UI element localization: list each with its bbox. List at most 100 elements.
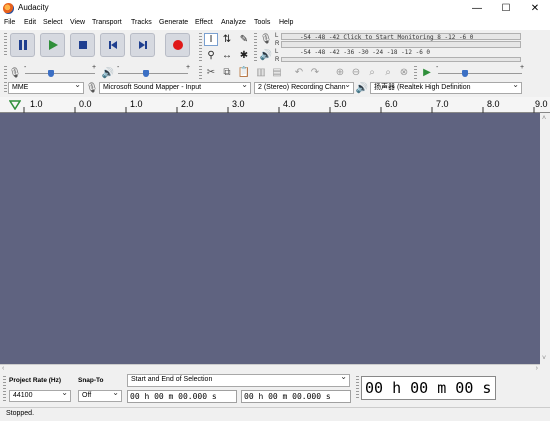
zoom-toggle-icon[interactable]: ⊗ (397, 65, 411, 79)
recording-device-select[interactable]: Microsoft Sound Mapper - Input (99, 82, 251, 94)
record-meter-right[interactable] (281, 41, 521, 48)
project-rate-label: Project Rate (Hz) (9, 377, 62, 384)
recording-volume-max: + (92, 64, 97, 71)
time-toolbar-grip[interactable] (356, 376, 359, 400)
menu-tracks[interactable]: Tracks (131, 19, 152, 26)
playback-volume-max: + (186, 64, 191, 71)
edit-toolbar-grip[interactable] (199, 66, 202, 80)
record-meter-scale[interactable]: -54 -48 -42 Click to Start Monitoring 8 … (300, 34, 473, 41)
recording-volume-icon: 🎙 (8, 67, 22, 79)
skip-to-start-button[interactable] (100, 33, 125, 57)
window-title: Audacity (18, 3, 49, 12)
scroll-up-icon[interactable]: ˄ (542, 115, 546, 122)
recording-volume-track[interactable] (25, 73, 95, 74)
menu-effect[interactable]: Effect (195, 19, 213, 26)
recording-channels-select[interactable]: 2 (Stereo) Recording Chann (254, 82, 354, 94)
cut-icon[interactable]: ✂ (204, 65, 218, 79)
menu-view[interactable]: View (70, 19, 85, 26)
tools-toolbar-grip[interactable] (199, 33, 202, 63)
audacity-logo-icon (3, 3, 14, 14)
snap-to-label: Snap-To (78, 377, 104, 384)
undo-icon[interactable]: ↶ (292, 65, 306, 79)
draw-tool-icon[interactable]: ✎ (237, 33, 251, 46)
recording-volume-min: - (24, 64, 27, 71)
playback-meter-right-label: R (275, 57, 280, 63)
mixer-toolbar-grip[interactable] (4, 66, 7, 80)
playback-meter-scale: -54 -48 -42 -36 -30 -24 -18 -12 -6 0 (300, 49, 431, 56)
menu-edit[interactable]: Edit (24, 19, 36, 26)
playback-volume-min: - (117, 64, 120, 71)
track-panel[interactable] (0, 113, 540, 364)
play-speed-track[interactable] (438, 73, 522, 74)
silence-audio-icon[interactable]: ▤ (270, 65, 284, 79)
maximize-button[interactable]: ☐ (491, 0, 521, 17)
selection-start-time[interactable]: 00 h 00 m 00.000 s (127, 390, 237, 403)
playback-meter-left-label: L (275, 49, 279, 55)
playback-device-icon: 🔊 (355, 82, 369, 94)
menu-help[interactable]: Help (279, 19, 293, 26)
close-button[interactable]: ✕ (520, 0, 550, 17)
fit-project-icon[interactable]: ⌕ (381, 65, 395, 79)
speaker-icon[interactable]: 🔊 (259, 48, 273, 62)
menu-select[interactable]: Select (43, 19, 62, 26)
menu-tools[interactable]: Tools (254, 19, 270, 26)
zoom-in-icon[interactable]: ⊕ (333, 65, 347, 79)
record-icon (172, 40, 183, 50)
meter-toolbar-grip[interactable] (254, 33, 257, 63)
redo-icon[interactable]: ↷ (308, 65, 322, 79)
time-shift-tool-icon[interactable]: ↔ (220, 49, 234, 62)
zoom-out-icon[interactable]: ⊖ (349, 65, 363, 79)
playback-volume-icon: 🔊 (101, 67, 115, 79)
playback-meter[interactable] (281, 57, 521, 62)
minimize-button[interactable]: — (462, 0, 492, 17)
play-at-speed-grip[interactable] (414, 66, 417, 80)
snap-to-select[interactable]: Off (78, 390, 122, 402)
scroll-down-icon[interactable]: ˅ (542, 355, 546, 362)
skip-to-end-icon (138, 41, 147, 49)
pause-button[interactable] (10, 33, 35, 57)
trim-audio-icon[interactable]: ▥ (254, 65, 268, 79)
menu-file[interactable]: File (4, 19, 15, 26)
play-at-speed-icon[interactable]: ▶ (420, 65, 434, 79)
menu-analyze[interactable]: Analyze (221, 19, 246, 26)
stop-button[interactable] (70, 33, 95, 57)
selection-mode-select[interactable]: Start and End of Selection (127, 374, 350, 387)
menu-transport[interactable]: Transport (92, 19, 122, 26)
scroll-right-icon[interactable]: › (536, 365, 538, 372)
microphone-icon[interactable]: 🎙 (259, 32, 273, 46)
horizontal-scrollbar[interactable]: ‹ › (0, 364, 540, 374)
recording-device-icon: 🎙 (85, 82, 99, 94)
envelope-tool-icon[interactable]: ⇅ (220, 33, 234, 46)
selection-tool-icon[interactable]: I (204, 33, 218, 46)
recording-volume-slider[interactable] (48, 70, 54, 77)
play-speed-slider[interactable] (462, 70, 468, 77)
play-icon (48, 40, 58, 50)
timeline-ticks (23, 107, 535, 113)
transport-toolbar-grip[interactable] (4, 33, 7, 57)
status-bar: Stopped. (0, 407, 550, 421)
skip-to-end-button[interactable] (130, 33, 155, 57)
fit-selection-icon[interactable]: ⌕ (365, 65, 379, 79)
menu-generate[interactable]: Generate (159, 19, 188, 26)
device-toolbar-grip[interactable] (4, 82, 7, 94)
playback-device-select[interactable]: 扬声器 (Realtek High Definition (370, 82, 522, 94)
play-button[interactable] (40, 33, 65, 57)
audio-host-select[interactable]: MME (8, 82, 84, 94)
stop-icon (78, 41, 87, 49)
project-rate-select[interactable]: 44100 (9, 390, 71, 402)
vertical-scrollbar[interactable]: ˄ ˅ (540, 113, 550, 364)
audio-position-display[interactable]: 00 h 00 m 00 s (361, 376, 496, 400)
status-text: Stopped. (6, 410, 35, 417)
selection-end-time[interactable]: 00 h 00 m 00.000 s (241, 390, 351, 403)
paste-icon[interactable]: 📋 (237, 65, 251, 79)
copy-icon[interactable]: ⧉ (220, 65, 234, 79)
playback-volume-slider[interactable] (143, 70, 149, 77)
multi-tool-icon[interactable]: ✱ (237, 49, 251, 62)
record-button[interactable] (165, 33, 190, 57)
record-meter-left-label: L (275, 33, 279, 39)
selection-toolbar-grip[interactable] (3, 376, 6, 402)
zoom-tool-icon[interactable]: ⚲ (204, 49, 218, 62)
playback-volume-track[interactable] (118, 73, 188, 74)
scroll-left-icon[interactable]: ‹ (2, 365, 4, 372)
speed-min: - (436, 64, 439, 71)
